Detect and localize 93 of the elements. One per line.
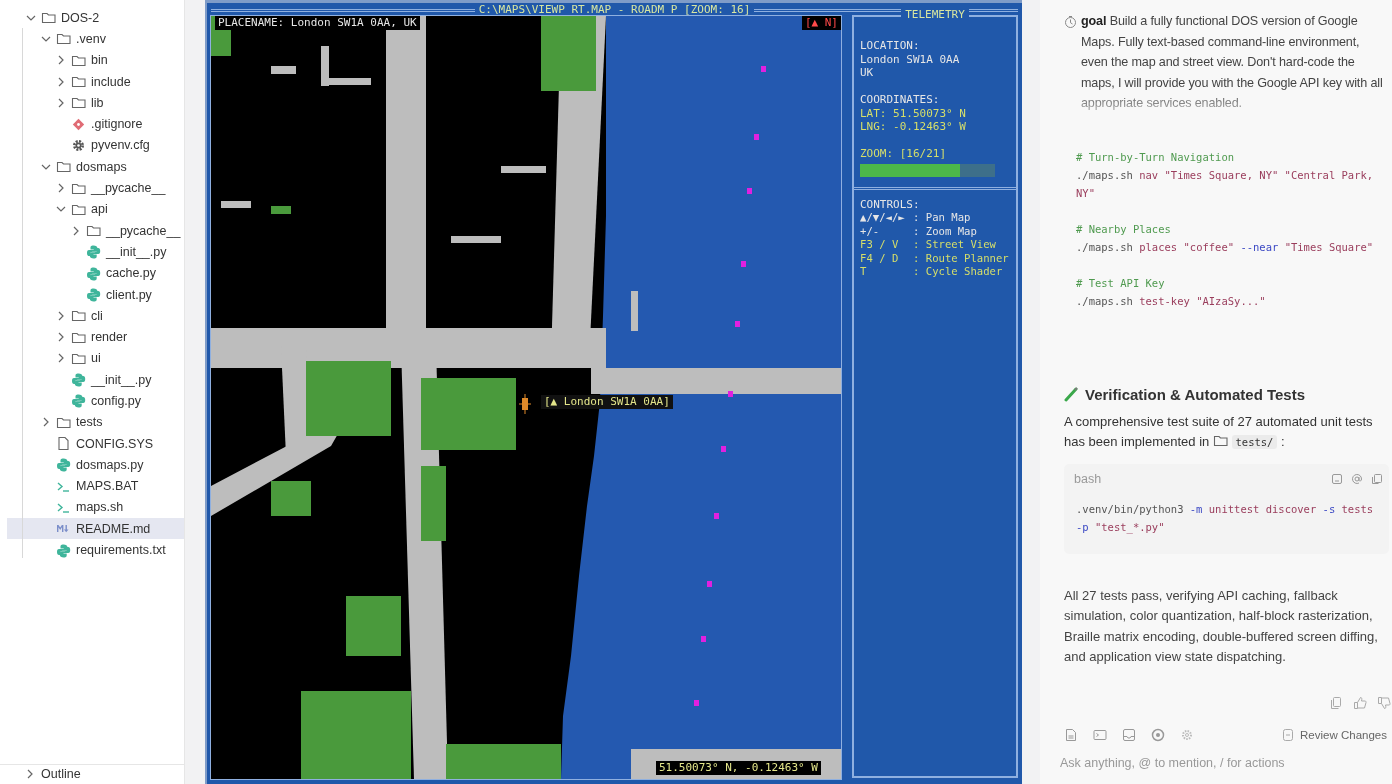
inbox-icon[interactable] — [1122, 727, 1136, 742]
key-label: +/- — [860, 224, 881, 238]
copy-icon[interactable] — [1371, 472, 1383, 485]
pencil-icon — [1064, 386, 1079, 402]
code-line: ./maps.sh nav "Times Square, NY" "Central Park, NY" — [1076, 167, 1375, 201]
file-tree-item[interactable]: dosmaps.py — [7, 454, 184, 476]
zoom-label: ZOOM: [16/21] — [860, 147, 948, 161]
code-comment: # Turn-by-Turn Navigation — [1076, 149, 1236, 165]
longitude-text: LNG: -0.12463° W — [860, 120, 967, 134]
chat-input-field[interactable]: Ask anything, @ to mention, / for actions — [1060, 753, 1360, 772]
file-tree-item[interactable]: config.py — [7, 390, 184, 412]
action-label: : Pan Map — [913, 211, 971, 225]
code-language-label: bash — [1074, 471, 1102, 486]
file-tree-item[interactable]: __pycache__ — [7, 177, 184, 199]
python-file-icon — [86, 244, 101, 260]
terminal-icon[interactable] — [1093, 727, 1107, 742]
timer-icon — [1064, 15, 1077, 29]
window-title: C:\MAPS\VIEWP RT.MAP - ROADM P [ZOOM: 16] — [474, 2, 755, 16]
file-icon — [56, 436, 71, 452]
section-heading: COORDINATES: — [860, 93, 941, 107]
goal-text: goal Build a fully functional DOS version of Google Maps. Fully text-based command-line environment, even the map and street view. Don't hard-code the maps, I will provide you with the Google API key with all appropriate services enabled. — [1081, 13, 1384, 112]
folder-icon — [71, 95, 86, 111]
file-tree-item[interactable]: requirements.txt — [7, 539, 184, 561]
file-tree-item[interactable]: dosmaps — [7, 156, 184, 178]
file-tree-item[interactable]: cache.py — [7, 262, 184, 284]
python-file-icon — [86, 265, 101, 281]
python-file-icon — [71, 393, 86, 409]
key-label: ▲/▼/◄/► — [860, 211, 906, 225]
code-comment: # Nearby Places — [1076, 221, 1172, 237]
python-file-icon — [56, 457, 71, 473]
insert-icon[interactable] — [1331, 472, 1343, 485]
latitude-text: LAT: 51.50073° N — [860, 106, 967, 120]
file-tree-item[interactable]: api — [7, 198, 184, 220]
outline-section-header[interactable]: Outline — [41, 767, 81, 781]
folder-icon — [71, 74, 86, 90]
key-label: T — [860, 265, 868, 279]
file-tree-item[interactable]: client.py — [7, 283, 184, 306]
file-tree-item[interactable]: bin — [7, 49, 184, 71]
file-tree-item[interactable]: tests — [7, 411, 184, 433]
python-file-icon — [56, 542, 71, 558]
code-line: ./maps.sh test-key "AIzaSy..." — [1076, 293, 1267, 309]
python-file-icon — [86, 287, 101, 302]
marker-icon — [519, 394, 531, 414]
file-tree-item[interactable]: CONFIG.SYS — [7, 432, 184, 455]
key-label: F3 / V — [860, 238, 900, 252]
code-line: .venv/bin/python3 -m unittest discover -s tests -p "test_*.py" — [1076, 501, 1375, 536]
intro-text: A comprehensive test suite of 27 automated unit tests has been implemented in tests/ : — [1064, 412, 1374, 451]
placename-label: PLACENAME: London SW1A 0AA, UK — [215, 16, 420, 30]
action-label: : Street View — [913, 238, 996, 252]
summary-text: All 27 tests pass, verifying API caching, fallback simulation, color quantization, half-block rasterization, Braille matrix encoding, double-buffered screen diffing, and application view state dispatching. — [1064, 586, 1379, 666]
file-tree-item[interactable]: MAPS.BAT — [7, 475, 184, 497]
review-changes-button[interactable]: Review Changes — [1281, 727, 1387, 742]
document-icon — [1281, 727, 1296, 742]
file-tree-item[interactable]: render — [7, 326, 184, 348]
file-tree-item[interactable]: cli — [7, 305, 184, 327]
section-heading: LOCATION: — [860, 39, 921, 53]
file-tree-item[interactable]: __pycache__ — [7, 219, 184, 242]
section-heading: Verification & Automated Tests — [1085, 385, 1306, 403]
folder-icon — [56, 31, 71, 47]
action-label: : Route Planner — [913, 251, 1009, 265]
file-tree-item[interactable]: DOS-2 — [7, 7, 184, 29]
marker-label: [▲ London SW1A 0AA] — [541, 395, 673, 409]
action-label: : Cycle Shader — [913, 265, 1003, 279]
file-tree-item[interactable]: __init__.py — [7, 241, 184, 263]
file-tree-item[interactable]: ui — [7, 347, 184, 370]
file-tree-item[interactable]: include — [7, 70, 184, 93]
thumbs-down-icon[interactable] — [1377, 695, 1391, 710]
folder-icon — [86, 223, 101, 239]
file-tree-item[interactable]: lib — [7, 92, 184, 114]
file-tree-item[interactable]: .gitignore — [7, 113, 184, 135]
folder-icon — [41, 10, 56, 26]
thumbs-up-icon[interactable] — [1353, 695, 1367, 710]
panel-title: TELEMETRY — [901, 8, 969, 21]
compass-label: [▲ N] — [801, 16, 841, 30]
file-tree-item[interactable]: maps.sh — [7, 496, 184, 519]
code-line: ./maps.sh places "coffee" --near "Times Square" — [1076, 239, 1375, 255]
file-icon[interactable] — [1064, 727, 1078, 742]
folder-icon — [71, 308, 86, 324]
section-heading: CONTROLS: — [860, 197, 921, 211]
python-file-icon — [71, 372, 86, 388]
coordinates-label: 51.50073° N, -0.12463° W — [656, 761, 821, 775]
key-label: F4 / D — [860, 251, 900, 265]
location-text: London SW1A 0AA — [860, 52, 961, 66]
code-comment: # Test API Key — [1076, 275, 1166, 291]
folder-icon — [56, 159, 71, 175]
file-tree-item[interactable]: README.md — [7, 518, 184, 540]
action-label: : Zoom Map — [913, 224, 977, 238]
file-tree-item[interactable]: .venv — [7, 28, 184, 50]
location-text: UK — [860, 66, 875, 80]
inline-code: tests/ — [1231, 434, 1278, 449]
gear-icon — [71, 137, 86, 153]
file-tree-item[interactable]: pyvenv.cfg — [7, 134, 184, 157]
file-tree-item[interactable]: __init__.py — [7, 369, 184, 391]
